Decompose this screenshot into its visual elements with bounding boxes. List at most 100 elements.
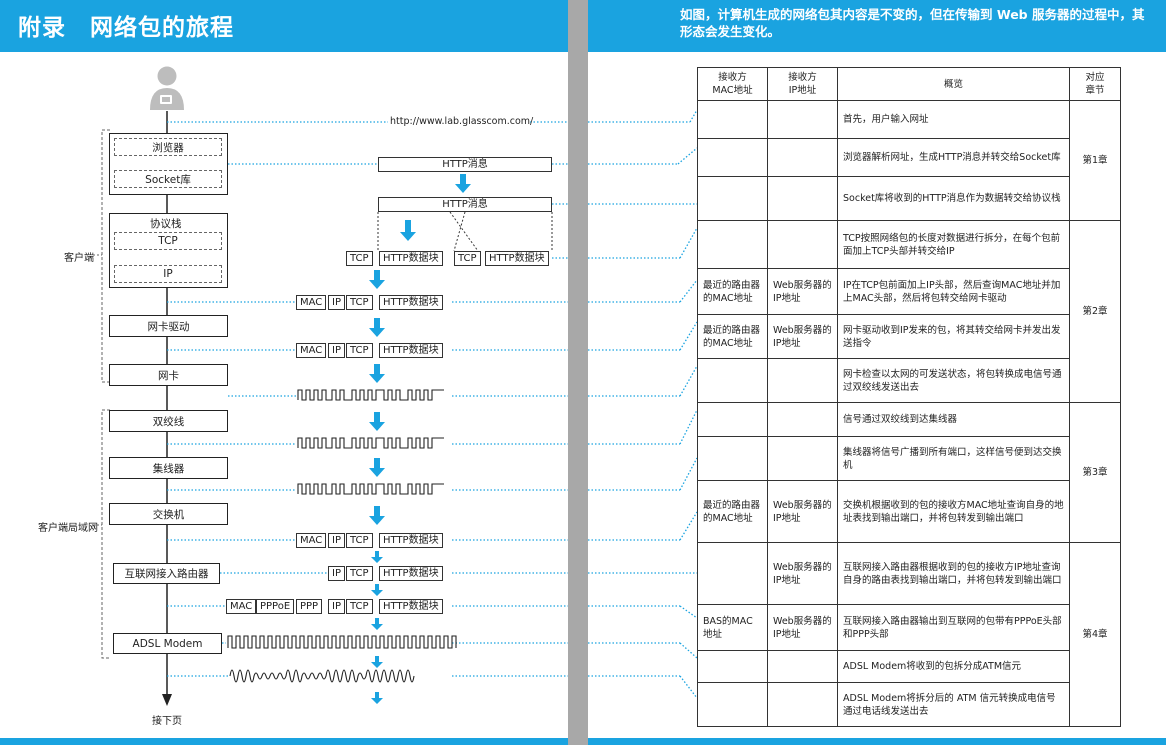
cell-desc: 集线器将信号广播到所有端口，这样信号便到达交换机 xyxy=(837,436,1070,481)
cell-chapter: 第2章 xyxy=(1069,220,1121,403)
seg-tcp: TCP xyxy=(346,599,373,614)
col-header-ip: 接收方 IP地址 xyxy=(767,67,838,101)
cell-mac xyxy=(697,682,768,727)
seg-http-block: HTTP数据块 xyxy=(379,343,443,358)
nic-driver-box: 网卡驱动 xyxy=(109,315,228,337)
seg-mac: MAC xyxy=(296,295,327,310)
seg-tcp: TCP xyxy=(454,251,481,266)
cell-mac: BAS的MAC地址 xyxy=(697,604,768,651)
cell-chapter: 第3章 xyxy=(1069,402,1121,543)
twisted-pair-box: 双绞线 xyxy=(109,410,228,432)
cell-ip xyxy=(767,220,838,269)
cell-mac: 最近的路由器的MAC地址 xyxy=(697,480,768,543)
cell-mac xyxy=(697,650,768,683)
cell-desc: 交换机根据收到的包的接收方MAC地址查询自身的地址表找到输出端口，并将包转发到输… xyxy=(837,480,1070,543)
seg-http-block: HTTP数据块 xyxy=(379,599,443,614)
cell-ip: Web服务器的IP地址 xyxy=(767,314,838,359)
cell-ip: Web服务器的IP地址 xyxy=(767,542,838,605)
http-message-2: HTTP消息 xyxy=(378,197,552,212)
cell-desc: Socket库将收到的HTTP消息作为数据转交给协议栈 xyxy=(837,176,1070,221)
cell-desc: 网卡检查以太网的可发送状态，将包转换成电信号通过双绞线发送出去 xyxy=(837,358,1070,403)
seg-http-block: HTTP数据块 xyxy=(485,251,549,266)
cell-desc: 浏览器解析网址，生成HTTP消息并转交给Socket库 xyxy=(837,138,1070,177)
table-row: 首先，用户输入网址 第1章 xyxy=(697,100,1121,221)
table-row: 最近的路由器的MAC地址 Web服务器的IP地址 交换机根据收到的包的接收方MA… xyxy=(697,480,1121,543)
cell-ip xyxy=(767,402,838,437)
cell-ip xyxy=(767,358,838,403)
cell-ip xyxy=(767,138,838,177)
cell-chapter: 第4章 xyxy=(1069,542,1121,727)
table-row: Web服务器的IP地址 互联网接入路由器根据收到的包的接收方IP地址查询自身的路… xyxy=(697,542,1121,727)
cell-desc: 信号通过双绞线到达集线器 xyxy=(837,402,1070,437)
nic-box: 网卡 xyxy=(109,364,228,386)
split-lines xyxy=(377,211,553,252)
cell-mac xyxy=(697,100,768,139)
cell-ip: Web服务器的IP地址 xyxy=(767,604,838,651)
seg-ip: IP xyxy=(328,295,345,310)
cell-mac xyxy=(697,220,768,269)
main-flow-arrow xyxy=(162,694,172,706)
seg-ip: IP xyxy=(328,599,345,614)
seg-tcp: TCP xyxy=(346,295,373,310)
cell-mac xyxy=(697,542,768,605)
tcp-box: TCP xyxy=(114,232,222,250)
seg-http-block: HTTP数据块 xyxy=(379,533,443,548)
seg-http-block: HTTP数据块 xyxy=(379,566,443,581)
table-row: 最近的路由器的MAC地址 Web服务器的IP地址 IP在TCP包前面加上IP头部… xyxy=(697,268,1121,315)
router-box: 互联网接入路由器 xyxy=(113,563,220,584)
seg-http-block: HTTP数据块 xyxy=(379,295,443,310)
cell-desc: ADSL Modem将拆分后的 ATM 信元转换成电信号通过电话线发送出去 xyxy=(837,682,1070,727)
switch-box: 交换机 xyxy=(109,503,228,525)
table-row: Socket库将收到的HTTP消息作为数据转交给协议栈 xyxy=(697,176,1121,221)
client-label: 客户端 xyxy=(64,253,94,264)
table-row: BAS的MAC地址 Web服务器的IP地址 互联网接入路由器输出到互联网的包带有… xyxy=(697,604,1121,651)
table-row: 最近的路由器的MAC地址 Web服务器的IP地址 网卡驱动收到IP发来的包，将其… xyxy=(697,314,1121,359)
seg-ip: IP xyxy=(328,533,345,548)
table-row: 网卡检查以太网的可发送状态，将包转换成电信号通过双绞线发送出去 xyxy=(697,358,1121,403)
cell-ip: Web服务器的IP地址 xyxy=(767,480,838,543)
ip-box: IP xyxy=(114,265,222,283)
cell-desc: TCP按照网络包的长度对数据进行拆分，在每个包前面加上TCP头部并转交给IP xyxy=(837,220,1070,269)
seg-ip: IP xyxy=(328,566,345,581)
table-row: TCP按照网络包的长度对数据进行拆分，在每个包前面加上TCP头部并转交给IP 第… xyxy=(697,220,1121,403)
seg-mac: MAC xyxy=(226,599,257,614)
col-header-desc: 概览 xyxy=(837,67,1070,101)
seg-mac: MAC xyxy=(296,533,327,548)
seg-tcp: TCP xyxy=(346,251,373,266)
seg-pppoe: PPPoE xyxy=(256,599,295,614)
table-row: 信号通过双绞线到达集线器 第3章 xyxy=(697,402,1121,543)
cell-desc: 首先，用户输入网址 xyxy=(837,100,1070,139)
table-row: 浏览器解析网址，生成HTTP消息并转交给Socket库 xyxy=(697,138,1121,177)
hub-box: 集线器 xyxy=(109,457,228,479)
cell-mac xyxy=(697,176,768,221)
cell-mac: 最近的路由器的MAC地址 xyxy=(697,314,768,359)
cell-desc: IP在TCP包前面加上IP头部，然后查询MAC地址并加上MAC头部，然后将包转交… xyxy=(837,268,1070,315)
cell-desc: 互联网接入路由器输出到互联网的包带有PPPoE头部和PPP头部 xyxy=(837,604,1070,651)
socket-library-box: Socket库 xyxy=(114,170,222,188)
cell-ip xyxy=(767,176,838,221)
table-row: ADSL Modem将拆分后的 ATM 信元转换成电信号通过电话线发送出去 xyxy=(697,682,1121,727)
cell-desc: 网卡驱动收到IP发来的包，将其转交给网卡并发出发送指令 xyxy=(837,314,1070,359)
http-message-1: HTTP消息 xyxy=(378,157,552,172)
url-text: http://www.lab.glasscom.com/ xyxy=(390,116,534,127)
adsl-modem-box: ADSL Modem xyxy=(113,633,222,654)
cell-mac: 最近的路由器的MAC地址 xyxy=(697,268,768,315)
cell-ip xyxy=(767,650,838,683)
col-header-mac: 接收方 MAC地址 xyxy=(697,67,768,101)
seg-mac: MAC xyxy=(296,343,327,358)
cell-mac xyxy=(697,358,768,403)
cell-desc: 互联网接入路由器根据收到的包的接收方IP地址查询自身的路由表找到输出端口，并将包… xyxy=(837,542,1070,605)
seg-tcp: TCP xyxy=(346,533,373,548)
cell-desc: ADSL Modem将收到的包拆分成ATM信元 xyxy=(837,650,1070,683)
cell-ip xyxy=(767,100,838,139)
cell-ip xyxy=(767,436,838,481)
cell-ip: Web服务器的IP地址 xyxy=(767,268,838,315)
cell-mac xyxy=(697,436,768,481)
table-row: 集线器将信号广播到所有端口，这样信号便到达交换机 xyxy=(697,436,1121,481)
cell-ip xyxy=(767,682,838,727)
seg-tcp: TCP xyxy=(346,343,373,358)
cell-chapter: 第1章 xyxy=(1069,100,1121,221)
protocol-stack-label: 协议栈 xyxy=(150,218,182,230)
seg-tcp: TCP xyxy=(346,566,373,581)
mapping-table: 接收方 MAC地址 接收方 IP地址 概览 对应 章节 首先，用户输入网址 第1… xyxy=(697,67,1121,727)
